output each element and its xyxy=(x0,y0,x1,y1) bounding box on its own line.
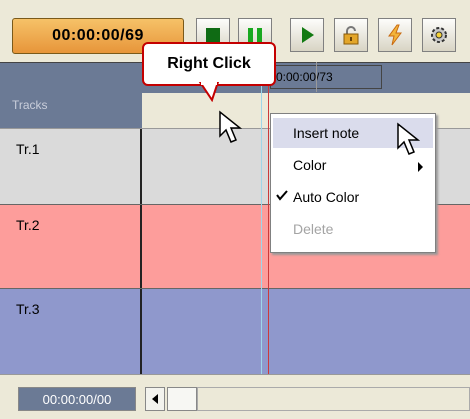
sequencer-window: 00:00:00/69 0:00:00/73 Tracks Tr.1 Tr.2 … xyxy=(0,0,470,419)
right-click-callout: Right Click xyxy=(142,42,276,86)
settings-button[interactable] xyxy=(422,18,456,52)
scrollbar-track[interactable] xyxy=(197,387,470,411)
track-label: Tr.2 xyxy=(16,217,40,233)
play-button[interactable] xyxy=(290,18,324,52)
menu-item-label: Delete xyxy=(293,221,334,237)
scrollbar-thumb[interactable] xyxy=(167,387,197,411)
track-header[interactable]: Tr.1 xyxy=(0,129,142,204)
status-bar: 00:00:00/00 xyxy=(0,374,470,419)
lock-button[interactable] xyxy=(334,18,368,52)
track-label: Tr.3 xyxy=(16,301,40,317)
mouse-pointer-icon xyxy=(219,110,243,143)
menu-item-label: Insert note xyxy=(293,125,360,141)
menu-item-label: Auto Color xyxy=(293,189,360,205)
mouse-pointer-icon xyxy=(397,122,421,155)
callout-tail xyxy=(198,82,220,102)
ruler-position: 0:00:00/73 xyxy=(276,70,333,84)
menu-item-label: Color xyxy=(293,157,327,173)
status-time: 00:00:00/00 xyxy=(18,387,136,411)
submenu-arrow-icon xyxy=(418,162,423,172)
menu-item-delete: Delete xyxy=(273,214,433,244)
lightning-icon xyxy=(388,24,402,46)
track-header[interactable]: Tr.3 xyxy=(0,289,142,374)
lock-icon xyxy=(343,26,359,45)
selection-cursor-line xyxy=(261,62,262,387)
arrow-left-icon xyxy=(152,394,158,404)
tracks-header-label: Tracks xyxy=(12,98,48,112)
playhead-line[interactable] xyxy=(268,62,269,387)
track-label: Tr.1 xyxy=(16,141,40,157)
settings-icon xyxy=(431,27,447,43)
play-icon xyxy=(302,27,314,43)
scroll-left-button[interactable] xyxy=(145,387,165,411)
ruler-tick xyxy=(316,62,317,92)
menu-item-auto-color[interactable]: Auto Color xyxy=(273,182,433,212)
checkmark-icon xyxy=(276,190,288,201)
track-header[interactable]: Tr.2 xyxy=(0,205,142,288)
track-row[interactable]: Tr.3 xyxy=(0,288,470,374)
lightning-button[interactable] xyxy=(378,18,412,52)
